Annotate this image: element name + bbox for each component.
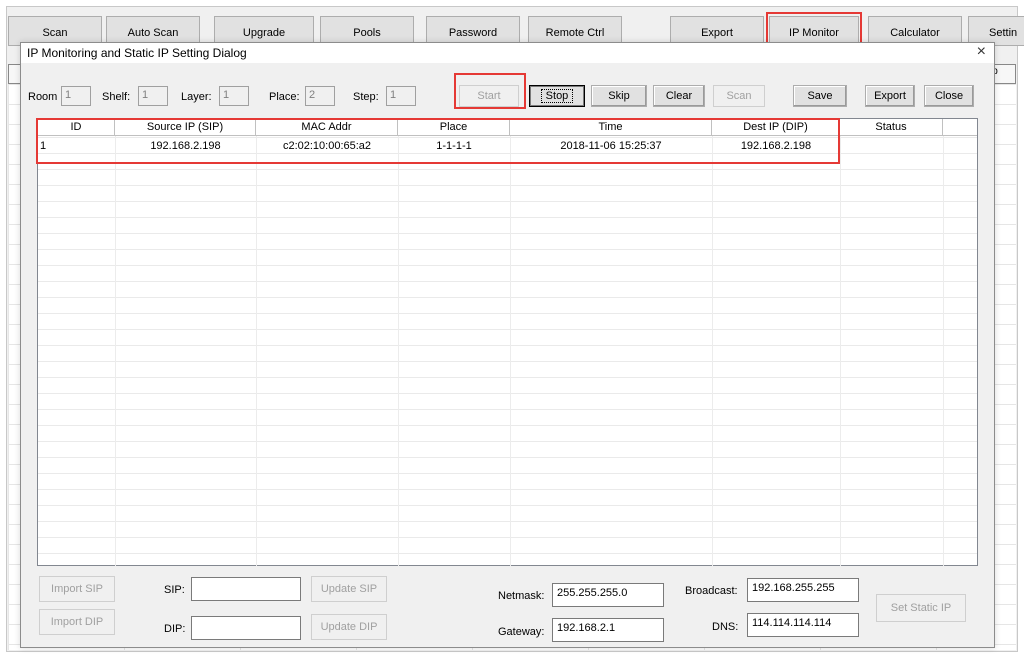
set-static-ip-button-label: Set Static IP <box>890 602 952 614</box>
stop-button-label: Stop <box>540 89 574 103</box>
netmask-label: Netmask: <box>498 590 545 602</box>
column-divider <box>256 136 257 566</box>
col-mac-header[interactable]: MAC Addr <box>256 119 398 136</box>
sip-input[interactable] <box>191 577 301 601</box>
col-time-header[interactable]: Time <box>510 119 712 136</box>
gateway-label: Gateway: <box>498 626 545 638</box>
update-dip-button[interactable]: Update DIP <box>311 614 387 640</box>
import-dip-button-label: Import DIP <box>50 616 104 628</box>
stop-button[interactable]: Stop <box>529 85 585 107</box>
cell-time: 2018-11-06 15:25:37 <box>560 140 662 152</box>
cell-sip: 192.168.2.198 <box>150 140 221 152</box>
col-sip-header[interactable]: Source IP (SIP) <box>115 119 256 136</box>
gateway-input[interactable]: 192.168.2.1 <box>552 618 664 642</box>
shelf-input[interactable]: 1 <box>138 86 168 106</box>
pools-button-label: Pools <box>353 27 381 39</box>
scan-dialog-button[interactable]: Scan <box>713 85 765 107</box>
start-button-label: Start <box>477 90 501 102</box>
column-divider <box>510 136 511 566</box>
scan-dialog-button-label: Scan <box>726 90 752 102</box>
ip-table[interactable]: ID Source IP (SIP) MAC Addr Place Time D… <box>37 118 978 566</box>
step-label: Step: <box>353 91 379 103</box>
ip-monitor-button-label: IP Monitor <box>789 27 839 39</box>
room-input[interactable]: 1 <box>61 86 91 106</box>
settings-button-label: Settin <box>989 27 1018 39</box>
broadcast-label: Broadcast: <box>685 585 738 597</box>
skip-button[interactable]: Skip <box>591 85 647 107</box>
export-button-label: Export <box>874 90 906 102</box>
step-input[interactable]: 1 <box>386 86 416 106</box>
close-icon[interactable]: × <box>977 43 986 61</box>
update-sip-button-label: Update SIP <box>320 583 378 595</box>
save-button-label: Save <box>807 90 833 102</box>
scan-button-label: Scan <box>42 27 68 39</box>
start-button[interactable]: Start <box>459 85 519 107</box>
cell-place: 1-1-1-1 <box>436 140 472 152</box>
column-divider <box>943 136 944 566</box>
set-static-ip-button[interactable]: Set Static IP <box>876 594 966 622</box>
clear-button[interactable]: Clear <box>653 85 705 107</box>
dialog-title: IP Monitoring and Static IP Setting Dial… <box>27 46 247 60</box>
dns-label: DNS: <box>712 621 739 633</box>
cell-dip: 192.168.2.198 <box>740 140 812 152</box>
dip-label: DIP: <box>164 623 186 635</box>
broadcast-input[interactable]: 192.168.255.255 <box>747 578 859 602</box>
export-toolbar-button-label: Export <box>701 27 733 39</box>
column-divider <box>712 136 713 566</box>
column-divider <box>115 136 116 566</box>
update-sip-button[interactable]: Update SIP <box>311 576 387 602</box>
col-id-header[interactable]: ID <box>38 119 115 136</box>
shelf-label: Shelf: <box>102 91 131 103</box>
import-sip-button-label: Import SIP <box>51 583 103 595</box>
password-button-label: Password <box>448 27 498 39</box>
dip-input[interactable] <box>191 616 301 640</box>
close-button-label: Close <box>934 90 964 102</box>
dialog-title-bar: IP Monitoring and Static IP Setting Dial… <box>21 43 994 63</box>
col-status-header[interactable]: Status <box>840 119 943 136</box>
export-button[interactable]: Export <box>865 85 915 107</box>
import-sip-button[interactable]: Import SIP <box>39 576 115 602</box>
upgrade-button-label: Upgrade <box>242 27 286 39</box>
col-filler-header <box>943 119 977 136</box>
column-divider <box>840 136 841 566</box>
calculator-button-label: Calculator <box>890 27 940 39</box>
close-button[interactable]: Close <box>924 85 974 107</box>
ip-monitoring-dialog: IP Monitoring and Static IP Setting Dial… <box>20 42 995 648</box>
cell-status <box>840 138 943 154</box>
col-dip-header[interactable]: Dest IP (DIP) <box>712 119 840 136</box>
import-dip-button[interactable]: Import DIP <box>39 609 115 635</box>
layer-label: Layer: <box>181 91 212 103</box>
col-place-header[interactable]: Place <box>398 119 510 136</box>
place-label: Place: <box>269 91 300 103</box>
place-input[interactable]: 2 <box>305 86 335 106</box>
cell-id: 1 <box>40 140 47 152</box>
remote-ctrl-button-label: Remote Ctrl <box>545 27 605 39</box>
update-dip-button-label: Update DIP <box>320 621 378 633</box>
auto-scan-button-label: Auto Scan <box>127 27 179 39</box>
room-label: Room <box>28 91 58 103</box>
netmask-input[interactable]: 255.255.255.0 <box>552 583 664 607</box>
sip-label: SIP: <box>164 584 185 596</box>
clear-button-label: Clear <box>665 90 693 102</box>
column-divider <box>398 136 399 566</box>
save-button[interactable]: Save <box>793 85 847 107</box>
skip-button-label: Skip <box>608 90 630 102</box>
cell-mac: c2:02:10:00:65:a2 <box>282 140 372 152</box>
dns-input[interactable]: 114.114.114.114 <box>747 613 859 637</box>
layer-input[interactable]: 1 <box>219 86 249 106</box>
